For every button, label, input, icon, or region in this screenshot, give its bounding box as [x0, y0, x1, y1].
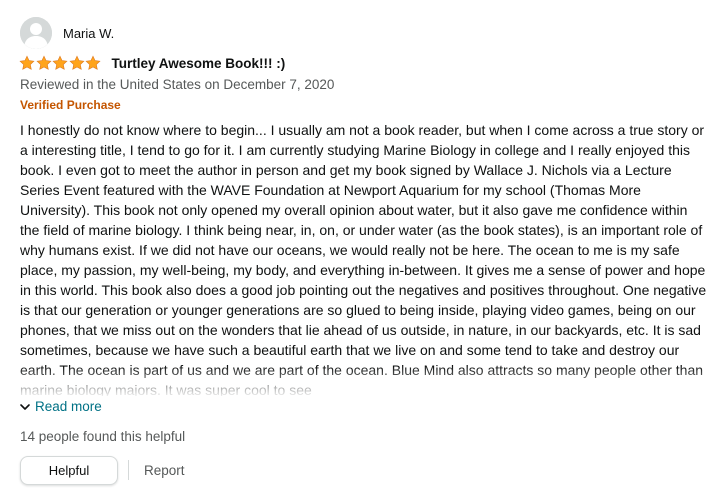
chevron-down-icon — [20, 403, 30, 410]
customer-review: Maria W. Turtley Awesome Book!!! :) Revi… — [0, 0, 720, 502]
reviewer-profile[interactable]: Maria W. — [20, 16, 114, 50]
star-icon — [85, 55, 101, 70]
star-icon — [19, 55, 35, 70]
read-more-label[interactable]: Read more — [35, 399, 102, 414]
helpful-button[interactable]: Helpful — [20, 455, 118, 485]
helpful-count: 14 people found this helpful — [20, 429, 186, 444]
review-body: I honestly do not know where to begin...… — [20, 120, 710, 396]
report-link[interactable]: Report — [144, 463, 185, 478]
star-icon — [52, 55, 68, 70]
user-avatar-icon[interactable] — [20, 17, 52, 49]
reviewer-name[interactable]: Maria W. — [63, 26, 114, 41]
review-title[interactable]: Turtley Awesome Book!!! :) — [112, 56, 286, 71]
star-icon — [35, 55, 52, 70]
review-date: Reviewed in the United States on Decembe… — [20, 77, 335, 92]
star-rating[interactable] — [19, 55, 102, 71]
verified-purchase-badge: Verified Purchase — [20, 98, 121, 112]
review-actions: Helpful Report — [20, 455, 185, 485]
star-icon — [68, 55, 85, 70]
review-body-text: I honestly do not know where to begin...… — [20, 122, 707, 396]
action-divider — [128, 460, 129, 480]
rating-line: Turtley Awesome Book!!! :) — [19, 53, 285, 73]
read-more-link[interactable]: Read more — [19, 399, 102, 414]
